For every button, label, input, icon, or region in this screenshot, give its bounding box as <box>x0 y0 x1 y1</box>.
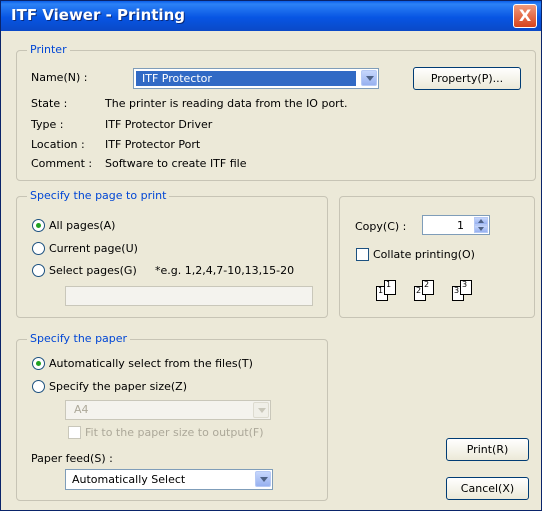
specify-size-label[interactable]: Specify the paper size(Z) <box>49 380 187 393</box>
select-pages-radio[interactable] <box>32 264 45 277</box>
chevron-down-icon[interactable] <box>255 471 271 487</box>
select-pages-label[interactable]: Select pages(G) <box>49 264 137 277</box>
all-pages-radio[interactable] <box>32 219 45 232</box>
property-button[interactable]: Property(P)... <box>413 67 521 90</box>
printer-name-label: Name(N) : <box>31 71 88 84</box>
comment-value: Software to create ITF file <box>105 157 247 170</box>
comment-label: Comment : <box>31 157 93 170</box>
collate-page-icon: 3 <box>460 280 472 295</box>
spinner-arrows-icon[interactable] <box>474 217 488 233</box>
chevron-down-icon[interactable] <box>253 402 269 418</box>
collate-page-icon: 1 <box>384 280 396 295</box>
paper-feed-value: Automatically Select <box>72 473 186 486</box>
paper-feed-label: Paper feed(S) : <box>31 452 113 465</box>
printer-name-value: ITF Protector <box>142 72 212 85</box>
location-label: Location : <box>31 138 85 151</box>
auto-select-radio[interactable] <box>32 357 45 370</box>
type-value: ITF Protector Driver <box>105 118 213 131</box>
window-title: ITF Viewer - Printing <box>11 6 185 24</box>
print-dialog: ITF Viewer - Printing X Printer Name(N) … <box>0 0 542 511</box>
copy-value: 1 <box>457 219 464 232</box>
paper-size-select[interactable]: A4 <box>65 400 271 420</box>
paper-size-value: A4 <box>74 403 89 416</box>
collate-checkbox[interactable] <box>356 248 369 261</box>
collate-pages-icon: 1 1 2 2 3 3 <box>376 276 486 308</box>
title-bar[interactable]: ITF Viewer - Printing X <box>1 1 541 31</box>
paper-group-label: Specify the paper <box>27 332 131 345</box>
page-range-input[interactable] <box>65 286 313 306</box>
copy-spinner[interactable]: 1 <box>422 215 490 235</box>
fit-paper-label[interactable]: Fit to the paper size to output(F) <box>85 426 264 439</box>
copy-label: Copy(C) : <box>355 220 407 233</box>
print-button[interactable]: Print(R) <box>446 438 529 461</box>
chevron-down-icon[interactable] <box>361 70 377 86</box>
printer-name-select[interactable]: ITF Protector <box>133 68 379 89</box>
close-button[interactable]: X <box>513 4 537 28</box>
current-page-radio[interactable] <box>32 242 45 255</box>
state-label: State : <box>31 97 68 110</box>
printer-group-label: Printer <box>27 43 70 56</box>
collate-label[interactable]: Collate printing(O) <box>373 248 475 261</box>
auto-select-label[interactable]: Automatically select from the files(T) <box>49 357 253 370</box>
current-page-label[interactable]: Current page(U) <box>49 242 138 255</box>
paper-feed-select[interactable]: Automatically Select <box>65 469 273 490</box>
state-value: The printer is reading data from the IO … <box>105 97 348 110</box>
cancel-button[interactable]: Cancel(X) <box>446 477 529 500</box>
specify-size-radio[interactable] <box>32 380 45 393</box>
page-range-example: *e.g. 1,2,4,7-10,13,15-20 <box>155 264 295 277</box>
fit-paper-checkbox[interactable] <box>68 426 81 439</box>
page-range-group-label: Specify the page to print <box>27 189 170 202</box>
all-pages-label[interactable]: All pages(A) <box>49 219 115 232</box>
collate-page-icon: 2 <box>422 280 434 295</box>
close-icon: X <box>518 6 532 25</box>
location-value: ITF Protector Port <box>105 138 201 151</box>
type-label: Type : <box>31 118 64 131</box>
